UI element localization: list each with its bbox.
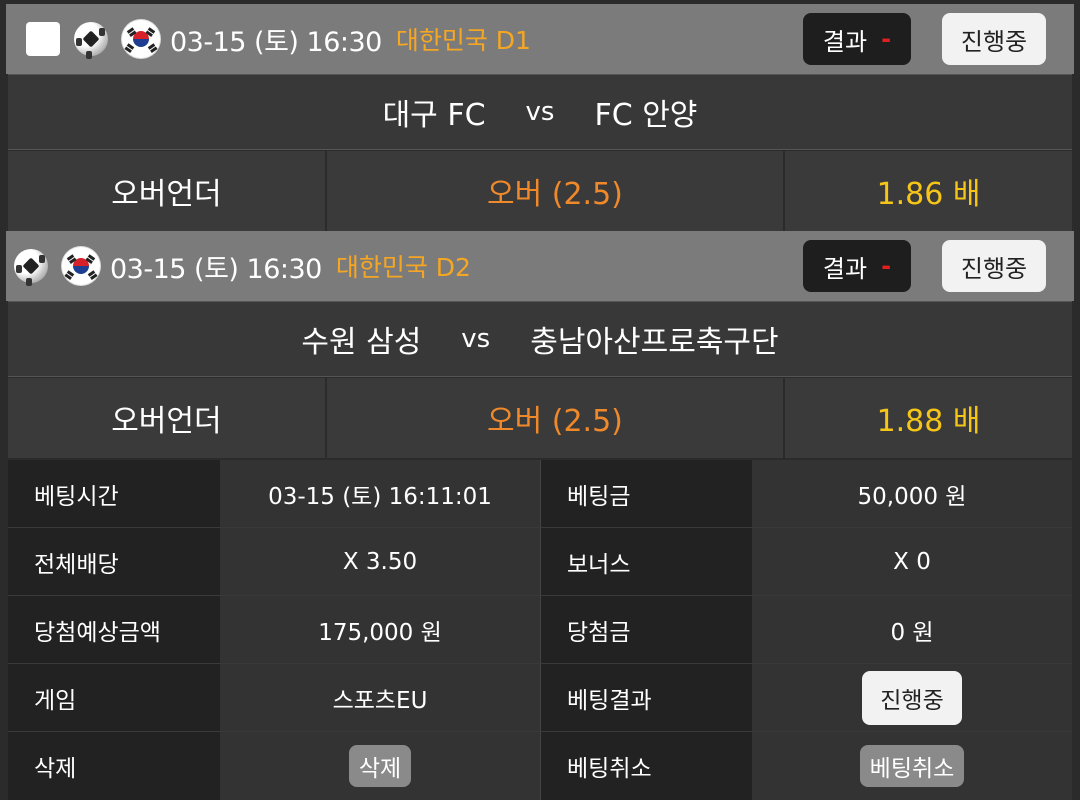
bonus-value: X 0 [752,528,1072,595]
delete-label: 삭제 [8,732,220,800]
bonus-label: 보너스 [540,528,752,595]
away-team: FC 안양 [594,98,698,133]
selected-pick: 오버 (2.5) [326,151,786,231]
total-odds-value: X 3.50 [220,528,540,595]
cancel-cell: 베팅취소 [752,732,1072,800]
away-team: 충남아산프로축구단 [530,325,779,360]
bet-result-label: 베팅결과 [540,664,752,731]
win-amount-label: 당첨금 [540,596,752,663]
result-button[interactable]: 결과 - [803,13,911,65]
table-row: 전체배당 X 3.50 보너스 X 0 [8,528,1072,596]
result-label: 결과 [822,254,868,283]
pick-odds: 1.86 배 [785,151,1072,231]
win-amount-value: 0 원 [752,596,1072,663]
bet-result-cell: 진행중 [752,664,1072,731]
bet-history-card: 03-15 (토) 16:30 대한민국 D1 결과 - 진행중 대구 FC v… [0,0,1080,800]
cancel-label: 베팅취소 [540,732,752,800]
bet-amount-label: 베팅금 [540,460,752,527]
match-teams: 수원 삼성 vs 충남아산프로축구단 [8,301,1072,377]
home-team: 수원 삼성 [301,325,422,360]
game-label: 게임 [8,664,220,731]
match-teams: 대구 FC vs FC 안양 [8,74,1072,150]
soccer-ball-icon [74,22,108,56]
total-odds-label: 전체배당 [8,528,220,595]
home-team: 대구 FC [382,98,486,133]
table-row: 당첨예상금액 175,000 원 당첨금 0 원 [8,596,1072,664]
result-button[interactable]: 결과 - [803,240,911,292]
status-button[interactable]: 진행중 [942,240,1046,292]
table-row: 삭제 삭제 베팅취소 베팅취소 [8,732,1072,800]
vs-label: vs [461,324,491,354]
korea-flag-icon [62,247,100,285]
soccer-ball-icon [14,249,48,283]
result-value: - [881,252,892,280]
pick-odds: 1.88 배 [785,378,1072,458]
game-value: 스포츠EU [220,664,540,731]
bet-amount-value: 50,000 원 [752,460,1072,527]
bet-time-label: 베팅시간 [8,460,220,527]
bet-result-button[interactable]: 진행중 [862,670,962,725]
delete-button[interactable]: 삭제 [348,745,412,787]
market-type: 오버언더 [8,378,327,458]
match-datetime: 03-15 (토) 16:30 [110,253,322,285]
match-datetime: 03-15 (토) 16:30 [170,26,382,58]
vs-label: vs [525,97,555,127]
league-name: 대한민국 D2 [335,253,471,282]
result-label: 결과 [822,27,868,56]
cancel-bet-button[interactable]: 베팅취소 [859,745,965,787]
market-type: 오버언더 [8,151,327,231]
table-row: 게임 스포츠EU 베팅결과 진행중 [8,664,1072,732]
table-row: 베팅시간 03-15 (토) 16:11:01 베팅금 50,000 원 [8,460,1072,528]
expected-win-value: 175,000 원 [220,596,540,663]
league-name: 대한민국 D1 [395,26,531,55]
korea-flag-icon [122,20,160,58]
selected-pick: 오버 (2.5) [326,378,786,458]
bet-time-value: 03-15 (토) 16:11:01 [220,460,540,527]
select-checkbox[interactable] [26,22,60,56]
bet-header: 03-15 (토) 16:30 대한민국 D1 결과 - 진행중 [6,4,1074,74]
odds-row: 오버언더 오버 (2.5) 1.86 배 [8,151,1072,231]
bet-details-table: 베팅시간 03-15 (토) 16:11:01 베팅금 50,000 원 전체배… [8,460,1072,800]
delete-cell: 삭제 [220,732,540,800]
expected-win-label: 당첨예상금액 [8,596,220,663]
result-value: - [881,25,892,53]
bet-header: 03-15 (토) 16:30 대한민국 D2 결과 - 진행중 [6,231,1074,301]
status-button[interactable]: 진행중 [942,13,1046,65]
odds-row: 오버언더 오버 (2.5) 1.88 배 [8,378,1072,458]
